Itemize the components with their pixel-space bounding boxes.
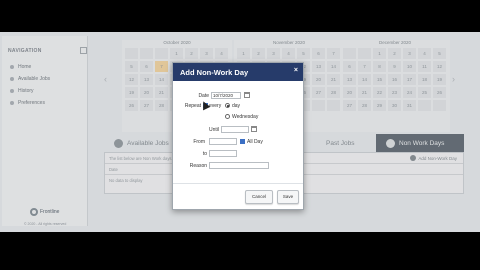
date-label: Date bbox=[198, 93, 209, 99]
weekday-radio[interactable] bbox=[225, 114, 230, 119]
to-time-input[interactable] bbox=[209, 150, 237, 157]
until-label: Until bbox=[208, 127, 219, 133]
until-input[interactable] bbox=[221, 126, 249, 133]
all-day-label: All Day bbox=[247, 139, 263, 145]
every-label: every bbox=[209, 103, 222, 109]
calendar-icon[interactable] bbox=[244, 92, 250, 98]
video-frame: NAVIGATION Home Available Jobs History P… bbox=[0, 0, 480, 270]
dialog-title: Add Non-Work Day bbox=[180, 68, 249, 77]
from-label: From bbox=[193, 139, 205, 145]
app-screen: NAVIGATION Home Available Jobs History P… bbox=[0, 32, 480, 232]
cancel-button[interactable]: Cancel bbox=[245, 190, 273, 204]
dialog-header: Add Non-Work Day × bbox=[173, 63, 303, 81]
reason-label: Reason bbox=[189, 163, 207, 169]
date-input[interactable]: 10/7/2020 bbox=[211, 92, 241, 99]
calendar-icon[interactable] bbox=[251, 126, 257, 132]
reason-input[interactable] bbox=[209, 162, 269, 169]
day-radio[interactable] bbox=[225, 103, 230, 108]
repeat-label: Repeat bbox=[184, 103, 201, 109]
save-button[interactable]: Save bbox=[277, 190, 299, 204]
weekday-label: Wednesday bbox=[232, 114, 259, 120]
from-time-input[interactable] bbox=[209, 138, 237, 145]
dialog-footer-divider bbox=[173, 183, 303, 184]
to-label: to bbox=[202, 151, 207, 157]
day-label: day bbox=[232, 103, 241, 109]
all-day-checkbox[interactable] bbox=[240, 139, 245, 144]
add-non-work-day-dialog: Add Non-Work Day × Date 10/7/2020 Repeat… bbox=[172, 62, 304, 210]
close-icon[interactable]: × bbox=[294, 67, 298, 74]
